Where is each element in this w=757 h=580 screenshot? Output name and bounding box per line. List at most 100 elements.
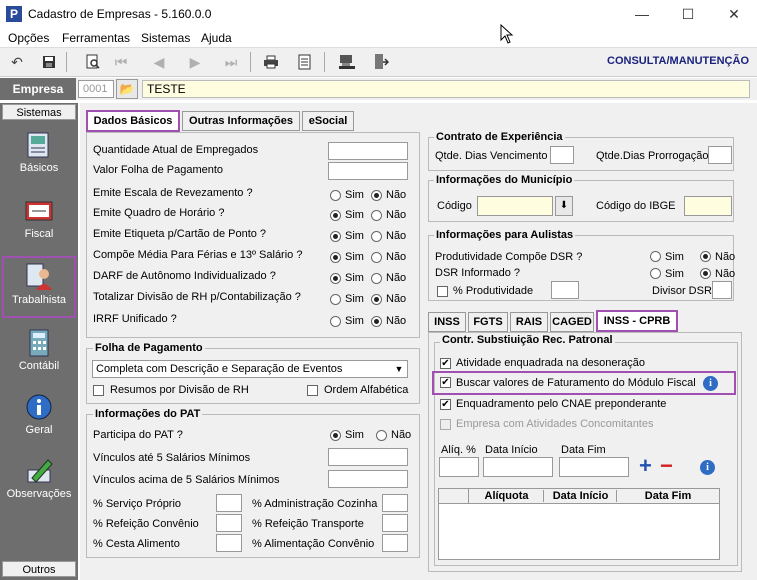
dsr-sim-radio[interactable]	[650, 251, 661, 262]
calculator-icon	[29, 329, 49, 357]
nao-radio[interactable]	[371, 273, 382, 284]
sim-label: Sim	[345, 189, 364, 201]
dsr-inf-sim-radio[interactable]	[650, 268, 661, 279]
add-icon[interactable]: +	[639, 455, 652, 477]
menu-opcoes[interactable]: Opções	[8, 31, 49, 45]
sidebar-item-geral[interactable]: Geral	[2, 388, 76, 448]
dsr-inf-nao-radio[interactable]	[700, 268, 711, 279]
subtab-caged[interactable]: CAGED	[550, 312, 594, 332]
remove-icon[interactable]: −	[660, 455, 673, 477]
subtab-inss-cprb[interactable]: INSS - CPRB	[596, 310, 678, 332]
vinc5acima-input[interactable]	[328, 470, 408, 488]
export-icon[interactable]	[294, 52, 316, 72]
data-fim-input[interactable]	[559, 457, 629, 477]
buscar-checkbox[interactable]: ✔	[440, 377, 451, 388]
atividade-checkbox[interactable]: ✔	[440, 358, 451, 369]
nao-radio[interactable]	[371, 316, 382, 327]
refeicao-convenio-input[interactable]	[216, 514, 242, 532]
resumos-checkbox[interactable]	[93, 385, 104, 396]
vinc5-input[interactable]	[328, 448, 408, 466]
stamp-icon[interactable]	[336, 52, 358, 72]
previous-record-icon[interactable]: ◀	[148, 52, 170, 72]
maximize-button[interactable]: ☐	[665, 0, 711, 28]
chevron-down-icon[interactable]: ▼	[391, 361, 407, 377]
sidebar-item-contabil[interactable]: Contábil	[2, 324, 76, 384]
valor-folha-input[interactable]	[328, 162, 408, 180]
pct-prod-checkbox[interactable]	[437, 286, 448, 297]
sidebar-item-trabalhista[interactable]: Trabalhista	[2, 256, 76, 318]
sim-radio[interactable]	[330, 231, 341, 242]
adm-cozinha-input[interactable]	[382, 494, 408, 512]
dsr-nao-radio[interactable]	[700, 251, 711, 262]
sidebar-footer[interactable]: Outros	[2, 561, 76, 577]
concomitantes-checkbox[interactable]	[440, 419, 451, 430]
aliq-input[interactable]	[439, 457, 479, 477]
sim-radio[interactable]	[330, 273, 341, 284]
refeicao-transporte-input[interactable]	[382, 514, 408, 532]
minimize-button[interactable]: —	[619, 0, 665, 28]
close-button[interactable]: ✕	[711, 0, 757, 28]
sidebar-header[interactable]: Sistemas	[2, 104, 76, 120]
info-icon[interactable]: i	[700, 460, 715, 475]
menu-ajuda[interactable]: Ajuda	[201, 31, 232, 45]
participa-sim-radio[interactable]	[330, 430, 341, 441]
info-icon[interactable]: i	[703, 376, 718, 391]
participa-nao-radio[interactable]	[376, 430, 387, 441]
subtab-inss[interactable]: INSS	[428, 312, 466, 332]
sim-radio[interactable]	[330, 190, 341, 201]
empresa-name-field[interactable]: TESTE	[142, 80, 750, 98]
sim-radio[interactable]	[330, 316, 341, 327]
first-record-icon[interactable]: ⏮	[110, 52, 132, 72]
enquadramento-checkbox[interactable]: ✔	[440, 399, 451, 410]
print-icon[interactable]	[260, 52, 282, 72]
nao-radio[interactable]	[371, 294, 382, 305]
pen-icon	[27, 459, 53, 483]
sim-radio[interactable]	[330, 210, 341, 221]
nao-radio[interactable]	[371, 210, 382, 221]
servico-proprio-input[interactable]	[216, 494, 242, 512]
tab-esocial[interactable]: eSocial	[302, 111, 354, 131]
cesta-alimento-input[interactable]	[216, 534, 242, 552]
sidebar-item-observacoes[interactable]: Observações	[2, 452, 76, 512]
nao-radio[interactable]	[371, 190, 382, 201]
next-record-icon[interactable]: ▶	[184, 52, 206, 72]
col-data-fim[interactable]: Data Fim	[618, 490, 718, 502]
data-inicio-input[interactable]	[483, 457, 553, 477]
codigo-input[interactable]	[477, 196, 553, 216]
empresa-code-field[interactable]: 0001	[78, 80, 114, 98]
tab-outras-informacoes[interactable]: Outras Informações	[182, 111, 300, 131]
nao-label: Não	[386, 251, 407, 263]
save-icon[interactable]	[38, 52, 60, 72]
experiencia-title: Contrato de Experiência	[434, 131, 565, 143]
nao-radio[interactable]	[371, 252, 382, 263]
folder-icon[interactable]: 📂	[116, 79, 138, 99]
vencimento-input[interactable]	[550, 146, 574, 164]
col-data-inicio[interactable]: Data Início	[545, 490, 617, 502]
menu-ferramentas[interactable]: Ferramentas	[62, 31, 130, 45]
undo-icon[interactable]: ↶	[6, 52, 28, 72]
sim-radio[interactable]	[330, 294, 341, 305]
table-header-selector	[439, 489, 469, 504]
download-arrow-icon[interactable]: ⬇	[555, 196, 573, 216]
refeicao-transporte-label: % Refeição Transporte	[252, 518, 364, 530]
col-aliquota[interactable]: Alíquota	[470, 490, 544, 502]
sidebar-item-basicos[interactable]: Básicos	[2, 126, 76, 186]
nao-radio[interactable]	[371, 231, 382, 242]
subtab-rais[interactable]: RAIS	[510, 312, 548, 332]
divisor-input[interactable]	[712, 281, 732, 299]
last-record-icon[interactable]: ⏭	[220, 52, 242, 72]
alimentacao-convenio-input[interactable]	[382, 534, 408, 552]
prorrogacao-input[interactable]	[708, 146, 732, 164]
ordem-checkbox[interactable]	[307, 385, 318, 396]
tab-dados-basicos[interactable]: Dados Básicos	[86, 110, 180, 132]
pct-prod-input[interactable]	[551, 281, 579, 299]
menu-sistemas[interactable]: Sistemas	[141, 31, 190, 45]
preview-icon[interactable]	[82, 52, 104, 72]
ibge-input[interactable]	[684, 196, 732, 216]
qtd-empregados-input[interactable]	[328, 142, 408, 160]
folha-select[interactable]: Completa com Descrição e Separação de Ev…	[92, 360, 408, 378]
sidebar-item-fiscal[interactable]: Fiscal	[2, 192, 76, 252]
sim-radio[interactable]	[330, 252, 341, 263]
subtab-fgts[interactable]: FGTS	[468, 312, 508, 332]
exit-door-icon[interactable]	[370, 52, 392, 72]
